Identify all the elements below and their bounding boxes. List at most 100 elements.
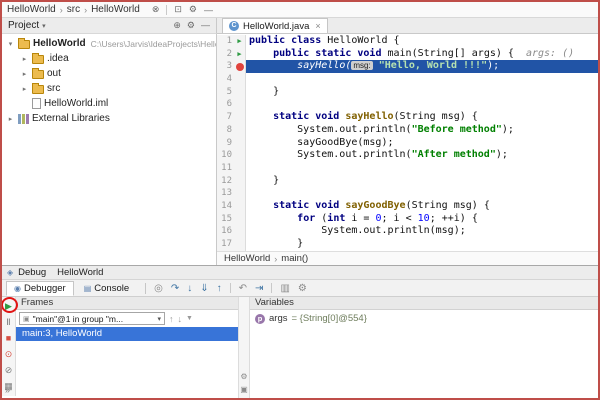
gutter[interactable] [234,175,246,188]
breadcrumb-item[interactable]: HelloWorld [91,4,140,15]
view-breakpoints-button[interactable]: ⊙ [5,348,13,360]
breadcrumb-item[interactable]: main() [281,253,308,264]
next-frame-button[interactable]: ↓ [178,314,183,324]
settings-gear-icon[interactable]: ⚙ [240,372,247,381]
more-button[interactable]: » [5,385,10,395]
panel-splitter[interactable]: ⚙▣ [238,297,250,398]
code-text[interactable]: } [246,86,598,99]
chevron-down-icon[interactable]: ▾ [42,22,46,30]
run-to-cursor-icon[interactable]: ⇥ [255,283,263,294]
step-into-icon[interactable]: ↓ [187,283,192,294]
code-text[interactable] [246,73,598,86]
folder-icon [32,85,44,94]
code-text[interactable] [246,187,598,200]
gutter[interactable] [234,111,246,124]
tab-console[interactable]: ▤Console [76,281,137,296]
close-icon[interactable]: × [315,21,320,31]
code-text[interactable]: System.out.println(msg); [246,225,598,238]
gutter[interactable]: ▶ [234,35,246,48]
gutter[interactable] [234,86,246,99]
code-segment: } [249,238,303,249]
code-text[interactable]: static void sayHello(String msg) { [246,111,598,124]
code-text[interactable]: public class HelloWorld { [246,35,598,48]
tab-debugger-label: Debugger [24,283,66,294]
gutter[interactable] [234,124,246,137]
tree-item--idea[interactable]: ▸.idea [2,51,216,66]
code-text[interactable]: for (int i = 0; i < 10; ++i) { [246,213,598,226]
breadcrumb-item[interactable]: HelloWorld [224,253,270,264]
settings-gear-icon[interactable]: ⚙ [189,4,197,15]
file-icon [32,98,41,109]
drop-frame-icon[interactable]: ↶ [239,283,247,294]
step-over-icon[interactable]: ↷ [171,283,179,294]
code-text[interactable] [246,98,598,111]
chevron-icon[interactable]: ▸ [20,85,29,93]
gutter[interactable] [234,73,246,86]
locate-file-icon[interactable]: ⊕ [173,20,181,31]
thread-selector-dropdown[interactable]: ▣ "main"@1 in group "m... ▾ [19,312,165,325]
tab-helloworld-java[interactable]: C HelloWorld.java × [222,18,328,33]
settings-gear-icon[interactable]: ⚙ [187,20,195,31]
breakpoint-icon[interactable] [236,63,244,71]
step-out-icon[interactable]: ↑ [217,283,222,294]
pause-button[interactable]: Ⅱ [6,316,10,328]
code-text[interactable]: } [246,175,598,188]
gutter[interactable] [234,149,246,162]
code-text[interactable] [246,162,598,175]
mute-breakpoints-button[interactable]: ⊘ [5,364,13,376]
code-text[interactable]: } [246,238,598,251]
stop-button[interactable]: ■ [6,332,11,344]
code-text[interactable]: sayGoodBye(msg); [246,137,598,150]
code-segment: static void [273,200,345,211]
settings-gear-icon[interactable]: ⚙ [298,283,307,294]
frames-title: Frames [21,297,53,308]
layout-icon[interactable]: ▣ [240,385,248,394]
tree-item-src[interactable]: ▸src [2,81,216,96]
gutter[interactable] [234,200,246,213]
gutter[interactable] [234,213,246,226]
gutter[interactable] [234,98,246,111]
chevron-icon[interactable]: ▸ [6,115,15,123]
gutter[interactable] [234,162,246,175]
gutter[interactable] [234,238,246,251]
hide-icon[interactable]: — [204,5,213,15]
gutter[interactable] [234,225,246,238]
force-step-into-icon[interactable]: ⇓ [200,283,208,294]
tree-item-helloworld[interactable]: ▾HelloWorldC:\Users\Jarvis\IdeaProjects\… [2,36,216,51]
previous-frame-button[interactable]: ↑ [169,314,174,324]
project-panel-title[interactable]: Project [8,20,39,31]
run-gutter-icon[interactable]: ▶ [237,48,241,61]
code-editor[interactable]: 1▶public class HelloWorld {2▶ public sta… [217,34,598,251]
chevron-icon[interactable]: ▸ [20,55,29,63]
chevron-icon[interactable]: ▸ [20,70,29,78]
gutter[interactable] [234,187,246,200]
show-execution-point-icon[interactable]: ◎ [154,283,163,294]
close-icon[interactable]: ⊗ [152,4,160,15]
filter-icon[interactable]: ▼ [186,315,193,322]
debug-session-label[interactable]: HelloWorld [57,267,103,278]
code-text[interactable]: System.out.println("After method"); [246,149,598,162]
variable-row[interactable]: p args = {String[0]@554} [250,310,598,327]
tab-debugger[interactable]: ◉Debugger [6,281,74,296]
hide-panel-icon[interactable]: — [201,20,210,31]
run-gutter-icon[interactable]: ▶ [237,35,241,48]
tree-item-external-libraries[interactable]: ▸External Libraries [2,111,216,126]
tree-item-helloworld-iml[interactable]: HelloWorld.iml [2,96,216,111]
debug-tab-label[interactable]: Debug [18,267,46,278]
chevron-icon[interactable]: ▾ [6,40,15,48]
line-number: 16 [217,225,234,238]
gutter[interactable] [234,137,246,150]
gutter[interactable]: ▶ [234,48,246,61]
breadcrumb-item[interactable]: src [67,4,80,15]
gutter[interactable] [234,60,246,73]
code-text[interactable]: static void sayGoodBye(String msg) { [246,200,598,213]
code-text[interactable]: System.out.println("Before method"); [246,124,598,137]
resume-button[interactable]: ▶ [5,300,12,312]
scroll-to-source-icon[interactable]: ⊡ [174,4,182,15]
code-text[interactable]: public static void main(String[] args) {… [246,48,598,61]
breadcrumb-item[interactable]: HelloWorld [7,4,56,15]
code-text[interactable]: sayHello(msg: "Hello, World !!!"); [246,60,598,73]
evaluate-expression-icon[interactable]: ▥ [280,283,289,294]
tree-item-out[interactable]: ▸out [2,66,216,81]
frame-row[interactable]: main:3, HelloWorld [16,327,238,341]
